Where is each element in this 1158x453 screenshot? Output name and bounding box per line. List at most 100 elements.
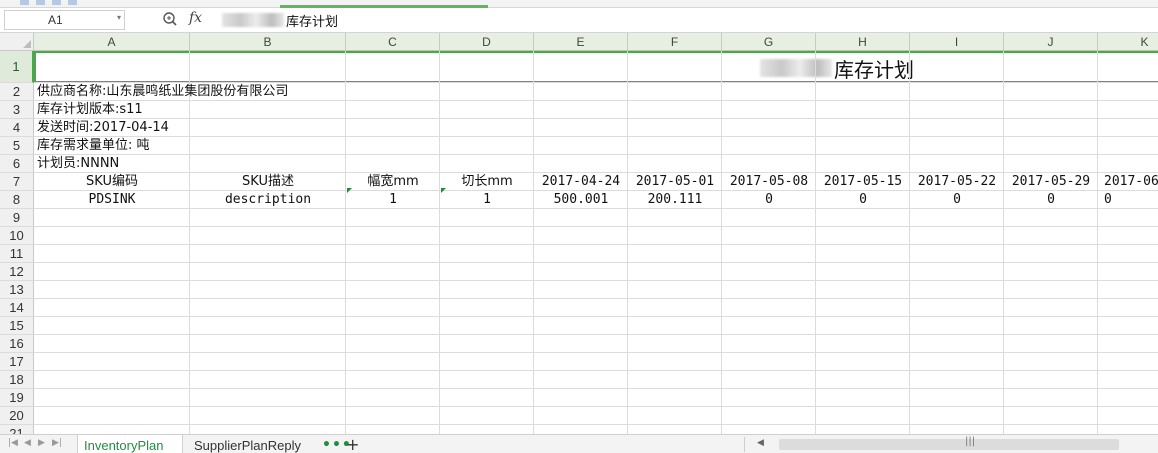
title-text: 库存计划 bbox=[834, 57, 914, 82]
gridline bbox=[721, 51, 722, 434]
table-header-cell-10[interactable]: 2017-05-29 bbox=[1004, 173, 1098, 191]
redacted-text bbox=[222, 13, 284, 27]
table-header-cell-3[interactable]: 幅宽mm bbox=[346, 173, 440, 191]
table-data-cell-3[interactable]: 1 bbox=[346, 191, 440, 209]
toolbar-remnant bbox=[0, 0, 1158, 8]
table-data-cell-11[interactable]: 0 bbox=[1104, 191, 1158, 209]
dropdown-arrow-icon[interactable]: ▾ bbox=[117, 13, 121, 22]
column-header-h[interactable]: H bbox=[816, 33, 910, 51]
table-header-cell-8[interactable]: 2017-05-15 bbox=[816, 173, 910, 191]
row-header-11[interactable]: 11 bbox=[0, 245, 34, 263]
gridline bbox=[34, 244, 1158, 245]
table-header-cell-1[interactable]: SKU编码 bbox=[34, 173, 190, 191]
table-data-cell-5[interactable]: 500.001 bbox=[534, 191, 628, 209]
table-header-cell-11[interactable]: 2017-06 bbox=[1104, 173, 1158, 191]
row-header-2[interactable]: 2 bbox=[0, 83, 34, 101]
title-cell[interactable]: 库存计划 bbox=[760, 55, 914, 82]
table-header-cell-9[interactable]: 2017-05-22 bbox=[910, 173, 1004, 191]
row-header-1[interactable]: 1 bbox=[0, 51, 34, 83]
formula-input[interactable]: 库存计划 bbox=[222, 10, 338, 30]
cells-area[interactable]: 库存计划 供应商名称:山东晨鸣纸业集团股份有限公司 库存计划版本:s11 发送时间:… bbox=[34, 51, 1158, 434]
gridline bbox=[34, 154, 1158, 155]
info-send-time[interactable]: 发送时间:2017-04-14 bbox=[37, 119, 169, 137]
column-header-g[interactable]: G bbox=[722, 33, 816, 51]
table-data-cell-10[interactable]: 0 bbox=[1004, 191, 1098, 209]
row-header-15[interactable]: 15 bbox=[0, 317, 34, 335]
tab-inventoryplan[interactable]: InventoryPlan bbox=[77, 435, 183, 453]
spreadsheet-grid[interactable]: ABCDEFGHIJK 1 2 3 4 5 6 7 8 9 10 11 12 13 14 15 16 17 18 1… bbox=[0, 33, 1158, 434]
toolbar-icon[interactable] bbox=[20, 0, 29, 5]
zoom-icon[interactable] bbox=[162, 11, 178, 27]
row-header-3[interactable]: 3 bbox=[0, 101, 34, 119]
table-data-cell-8[interactable]: 0 bbox=[816, 191, 910, 209]
scrollbar-thumb[interactable]: ||| bbox=[779, 436, 1119, 450]
row-header-13[interactable]: 13 bbox=[0, 281, 34, 299]
table-data-cell-6[interactable]: 200.111 bbox=[628, 191, 722, 209]
table-data-cell-9[interactable]: 0 bbox=[910, 191, 1004, 209]
tab-supplierplanreply[interactable]: SupplierPlanReply bbox=[188, 435, 316, 453]
row-header-16[interactable]: 16 bbox=[0, 335, 34, 353]
row-header-18[interactable]: 18 bbox=[0, 371, 34, 389]
gridline bbox=[34, 136, 1158, 137]
scroll-left-icon[interactable]: ◀ bbox=[757, 438, 764, 448]
grip-icon: ||| bbox=[965, 436, 976, 447]
name-box[interactable]: A1 ▾ bbox=[4, 10, 125, 30]
table-header-cell-4[interactable]: 切长mm bbox=[440, 173, 534, 191]
row-header-8[interactable]: 8 bbox=[0, 191, 34, 209]
table-data-cell-2[interactable]: description bbox=[190, 191, 346, 209]
prev-sheet-icon[interactable]: ◀ bbox=[24, 438, 31, 448]
row-header-14[interactable]: 14 bbox=[0, 299, 34, 317]
add-sheet-icon[interactable]: + bbox=[346, 435, 359, 453]
fx-icon[interactable]: fx bbox=[189, 10, 202, 26]
gridline bbox=[533, 51, 534, 434]
next-sheet-icon[interactable]: ▶ bbox=[38, 438, 45, 448]
row-header-12[interactable]: 12 bbox=[0, 263, 34, 281]
number-as-text-indicator bbox=[347, 188, 352, 193]
gridline bbox=[34, 298, 1158, 299]
column-header-c[interactable]: C bbox=[346, 33, 440, 51]
table-header-cell-2[interactable]: SKU描述 bbox=[190, 173, 346, 191]
row-header-6[interactable]: 6 bbox=[0, 155, 34, 173]
gridline bbox=[34, 262, 1158, 263]
column-header-j[interactable]: J bbox=[1004, 33, 1098, 51]
info-unit[interactable]: 库存需求量单位: 吨 bbox=[37, 137, 150, 155]
gridline bbox=[34, 352, 1158, 353]
row-header-10[interactable]: 10 bbox=[0, 227, 34, 245]
info-planner[interactable]: 计划员:NNNN bbox=[37, 155, 119, 173]
column-header-b[interactable]: B bbox=[190, 33, 346, 51]
row-header-7[interactable]: 7 bbox=[0, 173, 34, 191]
toolbar-icon[interactable] bbox=[68, 0, 77, 5]
info-version[interactable]: 库存计划版本:s11 bbox=[37, 101, 143, 119]
row-header-21[interactable]: 21 bbox=[0, 425, 34, 434]
row-header-19[interactable]: 19 bbox=[0, 389, 34, 407]
row-header-17[interactable]: 17 bbox=[0, 353, 34, 371]
row-header-9[interactable]: 9 bbox=[0, 209, 34, 227]
table-data-cell-7[interactable]: 0 bbox=[722, 191, 816, 209]
column-header-d[interactable]: D bbox=[440, 33, 534, 51]
select-all-corner[interactable] bbox=[0, 33, 34, 51]
row-header-4[interactable]: 4 bbox=[0, 119, 34, 137]
gridline bbox=[815, 51, 816, 434]
gridline bbox=[34, 388, 1158, 389]
last-sheet-icon[interactable]: ▶| bbox=[52, 438, 62, 448]
column-header-f[interactable]: F bbox=[628, 33, 722, 51]
toolbar-icon[interactable] bbox=[36, 0, 45, 5]
table-data-cell-4[interactable]: 1 bbox=[440, 191, 534, 209]
column-header-i[interactable]: I bbox=[910, 33, 1004, 51]
table-header-cell-6[interactable]: 2017-05-01 bbox=[628, 173, 722, 191]
info-supplier[interactable]: 供应商名称:山东晨鸣纸业集团股份有限公司 bbox=[37, 83, 288, 101]
column-headers: ABCDEFGHIJK bbox=[34, 33, 1158, 51]
table-data-cell-1[interactable]: PDSINK bbox=[34, 191, 190, 209]
toolbar-icon[interactable] bbox=[52, 0, 61, 5]
horizontal-scrollbar[interactable]: ◀ ||| bbox=[744, 436, 1158, 452]
row-header-5[interactable]: 5 bbox=[0, 137, 34, 155]
column-header-k[interactable]: K bbox=[1098, 33, 1158, 51]
first-sheet-icon[interactable]: |◀ bbox=[8, 438, 18, 448]
column-header-e[interactable]: E bbox=[534, 33, 628, 51]
table-header-cell-5[interactable]: 2017-04-24 bbox=[534, 173, 628, 191]
table-header-cell-7[interactable]: 2017-05-08 bbox=[722, 173, 816, 191]
column-header-a[interactable]: A bbox=[34, 33, 190, 51]
row-header-20[interactable]: 20 bbox=[0, 407, 34, 425]
gridline bbox=[34, 226, 1158, 227]
formula-bar: A1 ▾ fx 库存计划 bbox=[0, 8, 1158, 33]
